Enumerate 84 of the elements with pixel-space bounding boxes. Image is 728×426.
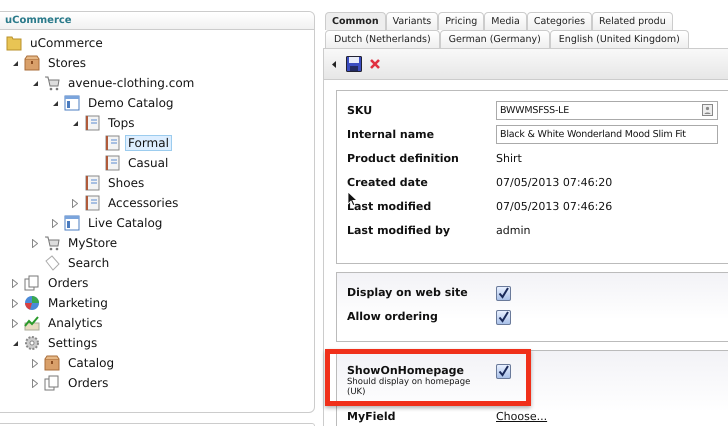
catalog-icon <box>64 95 80 111</box>
field-value: 07/05/2013 07:46:20 <box>496 176 612 189</box>
tab[interactable]: Media <box>484 12 527 30</box>
pie-chart-icon <box>24 295 40 311</box>
tab[interactable]: Related produ <box>592 12 673 30</box>
field-label: Internal name <box>347 128 434 141</box>
collapsed-toggle-icon[interactable] <box>12 318 18 328</box>
choose-link[interactable]: Choose... <box>496 410 548 423</box>
collapsed-toggle-icon[interactable] <box>52 218 58 228</box>
collapsed-toggle-icon[interactable] <box>32 358 38 368</box>
tab[interactable]: Categories <box>526 12 592 30</box>
tree-item[interactable]: Catalog <box>65 355 118 371</box>
tree-item[interactable]: Analytics <box>45 315 106 331</box>
collapsed-toggle-icon[interactable] <box>72 198 78 208</box>
language-tab[interactable]: English (United Kingdom) <box>550 30 689 48</box>
tree-item[interactable]: Accessories <box>105 195 182 211</box>
panel-title: uCommerce <box>5 15 72 26</box>
tab[interactable]: Variants <box>386 12 438 30</box>
language-tab[interactable]: German (Germany) <box>440 30 550 48</box>
field-label: Display on web site <box>347 286 468 299</box>
close-icon[interactable] <box>369 58 381 70</box>
field-label: Last modified <box>347 200 432 213</box>
notebook-icon <box>84 195 100 211</box>
tree-item[interactable]: Casual <box>125 155 172 171</box>
field-label: Product definition <box>347 152 459 165</box>
box-icon <box>44 355 60 371</box>
collapsed-toggle-icon[interactable] <box>32 378 38 388</box>
field-label: MyField <box>347 410 396 423</box>
tree-item[interactable]: uCommerce <box>27 35 106 51</box>
catalog-icon <box>64 215 80 231</box>
tag-icon <box>44 255 60 271</box>
checkbox[interactable] <box>496 310 511 325</box>
tree-item[interactable]: MyStore <box>65 235 120 251</box>
documents-icon <box>44 375 60 391</box>
field-label: Last modified by <box>347 224 450 237</box>
expanded-toggle-icon[interactable] <box>52 100 59 106</box>
language-tab[interactable]: Dutch (Netherlands) <box>325 30 440 48</box>
field-value: 07/05/2013 07:46:26 <box>496 200 612 213</box>
collapsed-toggle-icon[interactable] <box>12 298 18 308</box>
tree-item[interactable]: Orders <box>65 375 112 391</box>
documents-icon <box>24 275 40 291</box>
cart-icon <box>44 235 60 251</box>
field-value: admin <box>496 224 530 237</box>
cart-icon <box>44 75 60 91</box>
tree-item[interactable]: Tops <box>105 115 138 131</box>
tab[interactable]: Common <box>325 12 386 30</box>
text-field[interactable]: Black & White Wonderland Mood Slim Fit <box>496 125 718 144</box>
tree-item[interactable]: Shoes <box>105 175 148 191</box>
tree-item[interactable]: Orders <box>45 275 92 291</box>
expanded-toggle-icon[interactable] <box>12 60 19 66</box>
field-value: Shirt <box>496 152 522 165</box>
tree-item[interactable]: Formal <box>125 135 172 151</box>
contact-card-icon[interactable] <box>702 104 713 116</box>
box-icon <box>24 55 40 71</box>
checkbox[interactable] <box>496 364 511 379</box>
tree-item[interactable]: Settings <box>45 335 100 351</box>
field-label: Created date <box>347 176 428 189</box>
tree-item[interactable]: Search <box>65 255 112 271</box>
tree-item[interactable]: Stores <box>45 55 89 71</box>
field-description: Should display on homepage (UK) <box>347 377 472 397</box>
collapsed-toggle-icon[interactable] <box>32 238 38 248</box>
field-label: Allow ordering <box>347 310 438 323</box>
tab[interactable]: Pricing <box>438 12 484 30</box>
tree-item[interactable]: Demo Catalog <box>85 95 177 111</box>
notebook-icon <box>84 115 100 131</box>
field-label: SKU <box>347 104 372 117</box>
line-chart-icon <box>24 315 40 331</box>
tree-item[interactable]: avenue-clothing.com <box>65 75 198 91</box>
checkbox[interactable] <box>496 286 511 301</box>
collapse-arrow-icon[interactable] <box>332 60 336 68</box>
tree-item[interactable]: Live Catalog <box>85 215 166 231</box>
gear-icon <box>24 335 40 351</box>
collapsed-toggle-icon[interactable] <box>12 278 18 288</box>
field-label: ShowOnHomepage <box>347 364 464 377</box>
notebook-icon <box>104 135 120 151</box>
text-field[interactable]: BWWMSFSS-LE <box>496 101 718 120</box>
notebook-icon <box>104 155 120 171</box>
expanded-toggle-icon[interactable] <box>32 80 39 86</box>
tree-item[interactable]: Marketing <box>45 295 111 311</box>
notebook-icon <box>84 175 100 191</box>
expanded-toggle-icon[interactable] <box>12 340 19 346</box>
folder-icon <box>6 35 22 51</box>
save-icon[interactable] <box>346 56 362 72</box>
expanded-toggle-icon[interactable] <box>72 120 79 126</box>
